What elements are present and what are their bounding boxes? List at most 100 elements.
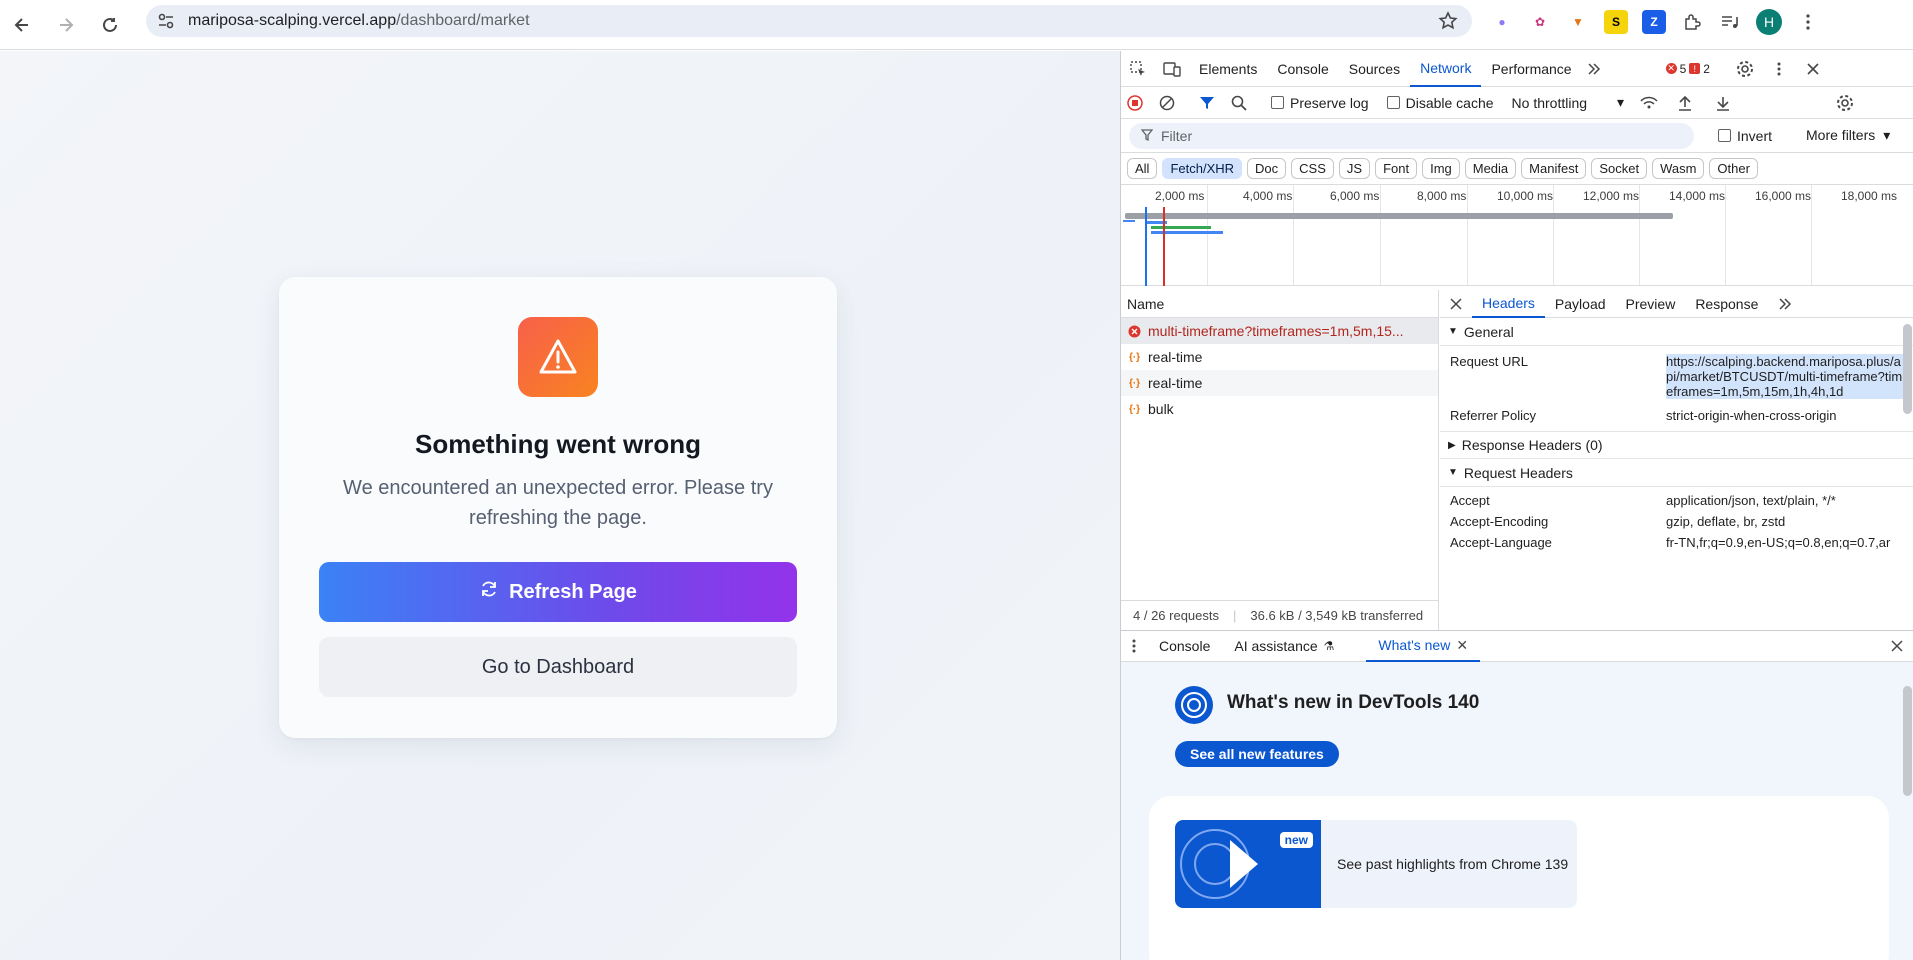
highlights-video-link[interactable]: new See past highlights from Chrome 139 xyxy=(1175,820,1577,908)
request-headers-toggle[interactable]: ▼ Request Headers xyxy=(1440,459,1913,487)
tab-sources[interactable]: Sources xyxy=(1339,51,1410,87)
type-filter-manifest[interactable]: Manifest xyxy=(1521,158,1587,179)
timeline-tick: 6,000 ms xyxy=(1330,189,1380,203)
type-filter-js[interactable]: JS xyxy=(1338,158,1371,179)
record-stop-icon[interactable] xyxy=(1121,85,1149,121)
more-filters-dropdown[interactable]: More filters ▾ xyxy=(1806,127,1890,144)
browser-toolbar: mariposa-scalping.vercel.app/dashboard/m… xyxy=(0,0,1913,50)
timeline-tick: 12,000 ms xyxy=(1583,189,1640,203)
chevron-down-icon: ▾ xyxy=(1883,127,1891,143)
drawer-tab-whats-new[interactable]: What's new ✕ xyxy=(1366,630,1481,662)
request-row[interactable]: {·} real-time xyxy=(1121,344,1438,370)
name-column-header[interactable]: Name xyxy=(1121,290,1438,318)
browser-menu-icon[interactable] xyxy=(1796,10,1820,34)
refresh-icon xyxy=(479,579,499,605)
response-headers-toggle[interactable]: ▶ Response Headers (0) xyxy=(1440,431,1913,459)
refresh-page-button[interactable]: Refresh Page xyxy=(319,562,797,622)
request-row[interactable]: multi-timeframe?timeframes=1m,5m,15... xyxy=(1121,318,1438,344)
go-to-dashboard-button[interactable]: Go to Dashboard xyxy=(319,637,797,697)
tab-preview[interactable]: Preview xyxy=(1616,290,1686,318)
timeline-bar xyxy=(1123,220,1135,222)
general-section-toggle[interactable]: ▼ General xyxy=(1440,318,1913,346)
request-url-value[interactable]: https://scalping.backend.mariposa.plus/a… xyxy=(1666,354,1906,399)
extension-z-icon[interactable]: Z xyxy=(1642,10,1666,34)
drawer-tab-ai-assistance[interactable]: AI assistance ⚗ xyxy=(1222,630,1346,662)
type-filter-css[interactable]: CSS xyxy=(1291,158,1334,179)
type-filter-media[interactable]: Media xyxy=(1464,158,1517,179)
type-filter-socket[interactable]: Socket xyxy=(1591,158,1648,179)
filter-input[interactable]: Filter xyxy=(1129,122,1694,149)
drawer-menu-icon[interactable] xyxy=(1121,628,1147,664)
type-filter-wasm[interactable]: Wasm xyxy=(1652,158,1705,179)
devtools-menu-icon[interactable] xyxy=(1762,51,1796,87)
filter-funnel-icon[interactable] xyxy=(1193,85,1221,121)
reload-icon[interactable] xyxy=(88,3,132,47)
filter-row: Filter Invert More filters ▾ xyxy=(1121,119,1913,153)
timeline-tick: 14,000 ms xyxy=(1669,189,1726,203)
tab-network[interactable]: Network xyxy=(1410,51,1482,87)
error-icon: ✕ xyxy=(1665,63,1677,74)
tab-response[interactable]: Response xyxy=(1685,290,1768,318)
issues-counter[interactable]: ✕ 5 ! 2 xyxy=(1665,62,1710,76)
triangle-down-icon: ▼ xyxy=(1448,467,1458,478)
import-har-icon[interactable] xyxy=(1668,85,1702,121)
see-all-features-button[interactable]: See all new features xyxy=(1175,741,1339,767)
throttling-select[interactable]: No throttling ▾ xyxy=(1512,94,1625,111)
extensions-puzzle-icon[interactable] xyxy=(1680,10,1704,34)
devtools-main-tabs: Elements Console Sources Network Perform… xyxy=(1121,51,1913,87)
bookmark-star-icon[interactable] xyxy=(1438,11,1458,34)
search-icon[interactable] xyxy=(1225,85,1253,121)
highlights-card: new See past highlights from Chrome 139 xyxy=(1149,796,1889,960)
warning-icon xyxy=(518,317,598,397)
close-tab-icon[interactable]: ✕ xyxy=(1456,637,1468,654)
extension-blob-icon[interactable]: ● xyxy=(1490,10,1514,34)
type-filter-font[interactable]: Font xyxy=(1375,158,1418,179)
tab-elements[interactable]: Elements xyxy=(1189,51,1267,87)
preserve-log-checkbox[interactable]: Preserve log xyxy=(1271,95,1369,111)
timeline-tick: 8,000 ms xyxy=(1417,189,1467,203)
load-marker xyxy=(1163,207,1165,286)
type-filter-doc[interactable]: Doc xyxy=(1247,158,1287,179)
timeline-tick: 4,000 ms xyxy=(1243,189,1293,203)
site-info-icon[interactable] xyxy=(150,5,182,37)
close-devtools-icon[interactable] xyxy=(1796,51,1830,87)
request-row[interactable]: {·} bulk xyxy=(1121,396,1438,422)
network-overview-timeline[interactable]: 2,000 ms 4,000 ms 6,000 ms 8,000 ms 10,0… xyxy=(1121,185,1913,286)
filter-icon xyxy=(1140,128,1154,144)
back-icon[interactable] xyxy=(0,3,44,47)
tab-console[interactable]: Console xyxy=(1267,51,1338,87)
extension-s-icon[interactable]: S xyxy=(1604,10,1628,34)
extension-paw-icon[interactable]: ✿ xyxy=(1528,10,1552,34)
drawer-tab-console[interactable]: Console xyxy=(1147,630,1222,662)
invert-checkbox[interactable]: Invert xyxy=(1718,128,1772,144)
media-controls-icon[interactable] xyxy=(1718,10,1742,34)
more-tabs-icon[interactable] xyxy=(1582,51,1606,87)
type-filter-other[interactable]: Other xyxy=(1709,158,1758,179)
tab-payload[interactable]: Payload xyxy=(1545,290,1616,318)
whats-new-scrollbar[interactable] xyxy=(1903,686,1912,796)
type-filter-all[interactable]: All xyxy=(1127,158,1158,179)
device-toolbar-icon[interactable] xyxy=(1155,51,1189,87)
close-drawer-icon[interactable] xyxy=(1880,628,1913,664)
tab-headers[interactable]: Headers xyxy=(1472,290,1545,318)
metamask-fox-icon[interactable]: ▼ xyxy=(1566,10,1590,34)
details-scrollbar[interactable] xyxy=(1903,324,1912,414)
settings-gear-icon[interactable] xyxy=(1728,51,1762,87)
network-settings-icon[interactable] xyxy=(1828,85,1862,121)
more-detail-tabs-icon[interactable] xyxy=(1768,290,1802,318)
clear-icon[interactable] xyxy=(1153,85,1181,121)
request-row[interactable]: {·} real-time xyxy=(1121,370,1438,396)
tab-performance[interactable]: Performance xyxy=(1481,51,1581,87)
type-filter-img[interactable]: Img xyxy=(1422,158,1460,179)
network-conditions-icon[interactable] xyxy=(1634,85,1664,121)
export-har-icon[interactable] xyxy=(1706,85,1740,121)
timeline-bar xyxy=(1125,213,1673,219)
close-details-icon[interactable] xyxy=(1440,290,1472,318)
inspect-element-icon[interactable] xyxy=(1121,51,1155,87)
triangle-right-icon: ▶ xyxy=(1448,439,1456,451)
disable-cache-checkbox[interactable]: Disable cache xyxy=(1386,95,1494,111)
type-filter-fetch-xhr[interactable]: Fetch/XHR xyxy=(1162,158,1243,179)
address-bar[interactable]: mariposa-scalping.vercel.app/dashboard/m… xyxy=(146,5,1472,37)
forward-icon[interactable] xyxy=(44,3,88,47)
profile-avatar[interactable]: H xyxy=(1756,9,1782,35)
